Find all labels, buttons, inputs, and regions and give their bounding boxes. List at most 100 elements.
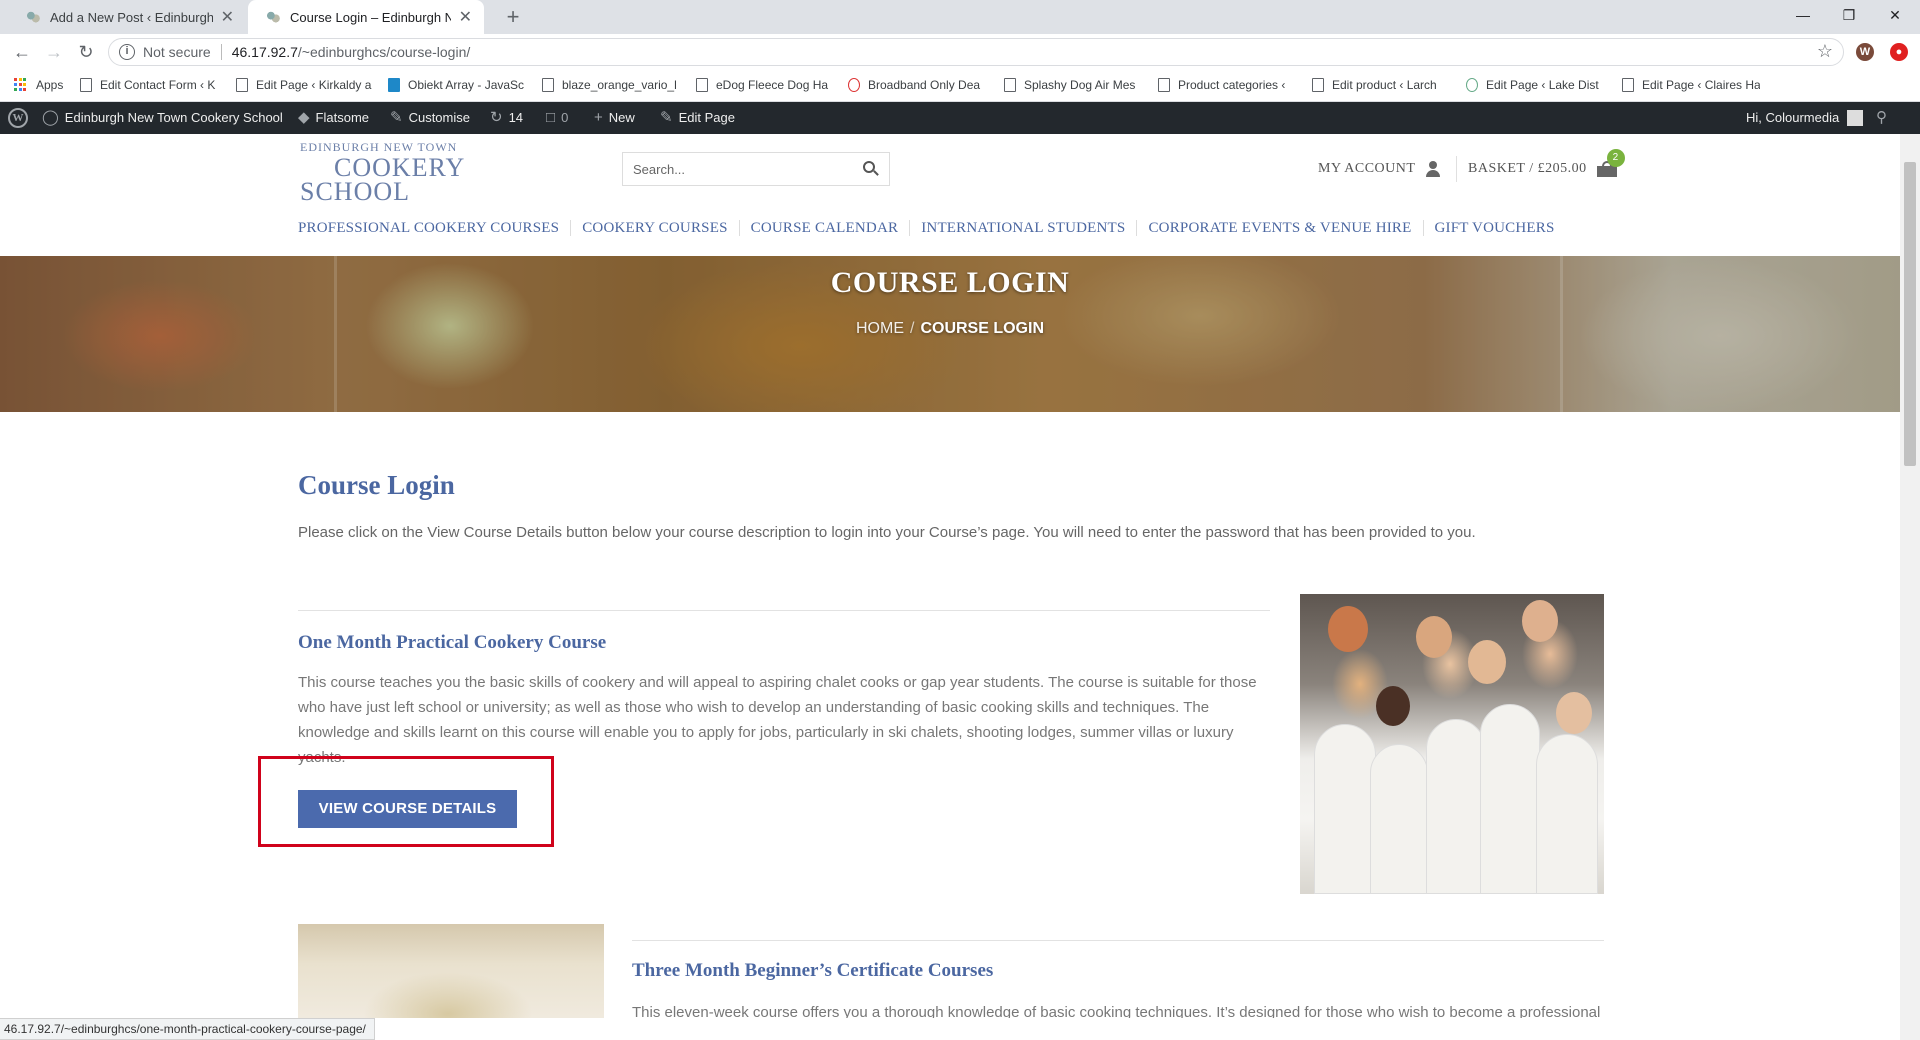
intro-text: Please click on the View Course Details … xyxy=(298,524,1476,541)
site-logo[interactable]: EDINBURGH NEW TOWN COOKERY SCHOOL xyxy=(300,140,470,206)
admin-new-link[interactable]: + New xyxy=(594,102,635,134)
admin-account-menu[interactable]: Hi, Colourmedia xyxy=(1746,102,1864,134)
bookmark-item[interactable]: blaze_orange_vario_l xyxy=(542,78,680,92)
page-icon xyxy=(542,78,554,92)
pencil-icon: ✎ xyxy=(660,109,673,126)
bookmark-item[interactable]: Edit product ‹ Larch xyxy=(1312,78,1450,92)
page-icon xyxy=(848,78,860,92)
address-bar[interactable]: i Not secure 46.17.92.7/~edinburghcs/cou… xyxy=(108,38,1844,66)
nav-professional-cookery-courses[interactable]: PROFESSIONAL COOKERY COURSES xyxy=(298,220,570,236)
student-figure xyxy=(1314,724,1376,894)
bookmark-label: Broadband Only Dea xyxy=(868,78,981,92)
breadcrumb-divider: / xyxy=(909,320,915,337)
site-favicon xyxy=(26,10,40,24)
admin-theme-label: Flatsome xyxy=(315,110,370,125)
search-input[interactable] xyxy=(633,161,863,177)
page-icon xyxy=(1158,78,1170,92)
close-window-button[interactable]: ✕ xyxy=(1872,0,1918,30)
admin-comments-count: 0 xyxy=(561,110,569,125)
apps-grid-icon xyxy=(14,78,28,92)
logo-line3: SCHOOL xyxy=(300,177,411,206)
site-header: EDINBURGH NEW TOWN COOKERY SCHOOL MY ACC… xyxy=(0,134,1900,256)
brush-icon: ✎ xyxy=(390,109,403,126)
bookmark-item[interactable]: Splashy Dog Air Mes xyxy=(1004,78,1142,92)
section-divider xyxy=(298,610,1270,611)
search-box xyxy=(622,152,890,186)
bookmark-star-icon[interactable]: ☆ xyxy=(1817,41,1833,62)
bookmark-item[interactable]: Obiekt Array - JavaSc xyxy=(388,78,526,92)
url-path: /~edinburghcs/course-login/ xyxy=(297,44,471,60)
restore-button[interactable]: ❐ xyxy=(1826,0,1872,30)
nav-cookery-courses[interactable]: COOKERY COURSES xyxy=(570,220,738,236)
course-title[interactable]: One Month Practical Cookery Course xyxy=(298,632,606,654)
student-figure xyxy=(1536,734,1598,894)
bookmark-label: blaze_orange_vario_l xyxy=(562,78,677,92)
info-icon[interactable]: i xyxy=(119,44,135,60)
close-icon[interactable]: ✕ xyxy=(221,7,234,27)
close-icon[interactable]: ✕ xyxy=(459,7,472,27)
basket-count-badge: 2 xyxy=(1606,149,1625,167)
page-scrollbar[interactable] xyxy=(1900,134,1920,1040)
student-head xyxy=(1468,640,1506,684)
scrollbar-thumb[interactable] xyxy=(1904,162,1916,466)
comment-icon: □ xyxy=(546,109,556,126)
student-head xyxy=(1376,686,1410,726)
bookmark-label: Obiekt Array - JavaSc xyxy=(408,78,525,92)
course-photo-students xyxy=(1300,594,1604,894)
bookmark-item[interactable]: eDog Fleece Dog Ha xyxy=(696,78,832,92)
course-description: This course teaches you the basic skills… xyxy=(298,674,1257,766)
hero-banner: COURSE LOGIN HOME / COURSE LOGIN xyxy=(0,256,1900,412)
admin-updates-count: 14 xyxy=(508,110,524,125)
highlight-box xyxy=(258,756,554,847)
page-icon xyxy=(80,78,92,92)
extension-icon[interactable]: ● xyxy=(1890,43,1908,61)
student-head xyxy=(1416,616,1452,658)
dashboard-icon: ◯ xyxy=(42,109,59,126)
student-head xyxy=(1328,606,1368,652)
wordpress-logo-icon[interactable]: W xyxy=(8,102,28,134)
minimize-button[interactable]: — xyxy=(1780,0,1826,30)
nav-corporate-events[interactable]: CORPORATE EVENTS & VENUE HIRE xyxy=(1136,220,1422,236)
bookmarks-bar: Apps Edit Contact Form ‹ K Edit Page ‹ K… xyxy=(0,70,1920,102)
browser-tab-course-login[interactable]: Course Login – Edinburgh New Town Cooker… xyxy=(248,0,484,34)
breadcrumb-current: COURSE LOGIN xyxy=(920,320,1044,337)
bookmark-item[interactable]: Edit Page ‹ Kirkaldy a xyxy=(236,78,374,92)
my-account-link[interactable]: MY ACCOUNT xyxy=(1318,161,1441,177)
profile-avatar[interactable]: W xyxy=(1856,43,1874,61)
bookmark-item[interactable]: Edit Contact Form ‹ K xyxy=(80,78,220,92)
bookmark-item[interactable]: Edit Page ‹ Claires Ha xyxy=(1622,78,1760,92)
breadcrumb-home-link[interactable]: HOME xyxy=(856,320,904,337)
bookmark-apps[interactable]: Apps xyxy=(14,78,74,92)
browser-tab-add-post[interactable]: Add a New Post ‹ Edinburgh New Town Cook… xyxy=(8,0,246,34)
student-figure xyxy=(1426,719,1486,894)
bookmark-label: Product categories ‹ xyxy=(1178,78,1286,92)
url-host: 46.17.92.7 xyxy=(231,44,298,60)
admin-customise-link[interactable]: ✎ Customise xyxy=(390,102,470,134)
forward-arrow-icon[interactable]: → xyxy=(40,38,68,66)
new-tab-button[interactable]: + xyxy=(500,4,526,30)
bookmark-item[interactable]: Product categories ‹ xyxy=(1158,78,1296,92)
bookmark-label: Edit Page ‹ Kirkaldy a xyxy=(256,78,372,92)
course-title[interactable]: Three Month Beginner’s Certificate Cours… xyxy=(632,960,993,982)
nav-international-students[interactable]: INTERNATIONAL STUDENTS xyxy=(909,220,1136,236)
bookmark-label: Edit Page ‹ Lake Dist xyxy=(1486,78,1599,92)
student-figure xyxy=(1480,704,1540,894)
user-icon xyxy=(1425,161,1441,177)
admin-search-icon[interactable]: ⚲ xyxy=(1876,102,1887,134)
page-icon xyxy=(1004,78,1016,92)
nav-course-calendar[interactable]: COURSE CALENDAR xyxy=(738,220,910,236)
basket-link[interactable]: BASKET / £205.00 2 xyxy=(1468,149,1625,177)
bookmark-item[interactable]: Edit Page ‹ Lake Dist xyxy=(1466,78,1604,92)
admin-edit-page-link[interactable]: ✎ Edit Page xyxy=(660,102,735,134)
admin-comments-link[interactable]: □ 0 xyxy=(546,102,568,134)
bookmark-item[interactable]: Broadband Only Dea xyxy=(848,78,986,92)
admin-theme-link[interactable]: ◆ Flatsome xyxy=(298,102,369,134)
nav-gift-vouchers[interactable]: GIFT VOUCHERS xyxy=(1422,220,1566,236)
user-avatar xyxy=(1847,110,1864,126)
reload-icon[interactable]: ↻ xyxy=(72,38,100,66)
page-icon xyxy=(388,78,400,92)
back-arrow-icon[interactable]: ← xyxy=(8,38,36,66)
admin-updates-link[interactable]: ↻ 14 xyxy=(490,102,523,134)
admin-site-name[interactable]: ◯ Edinburgh New Town Cookery School xyxy=(42,102,283,134)
search-icon[interactable] xyxy=(863,161,879,177)
